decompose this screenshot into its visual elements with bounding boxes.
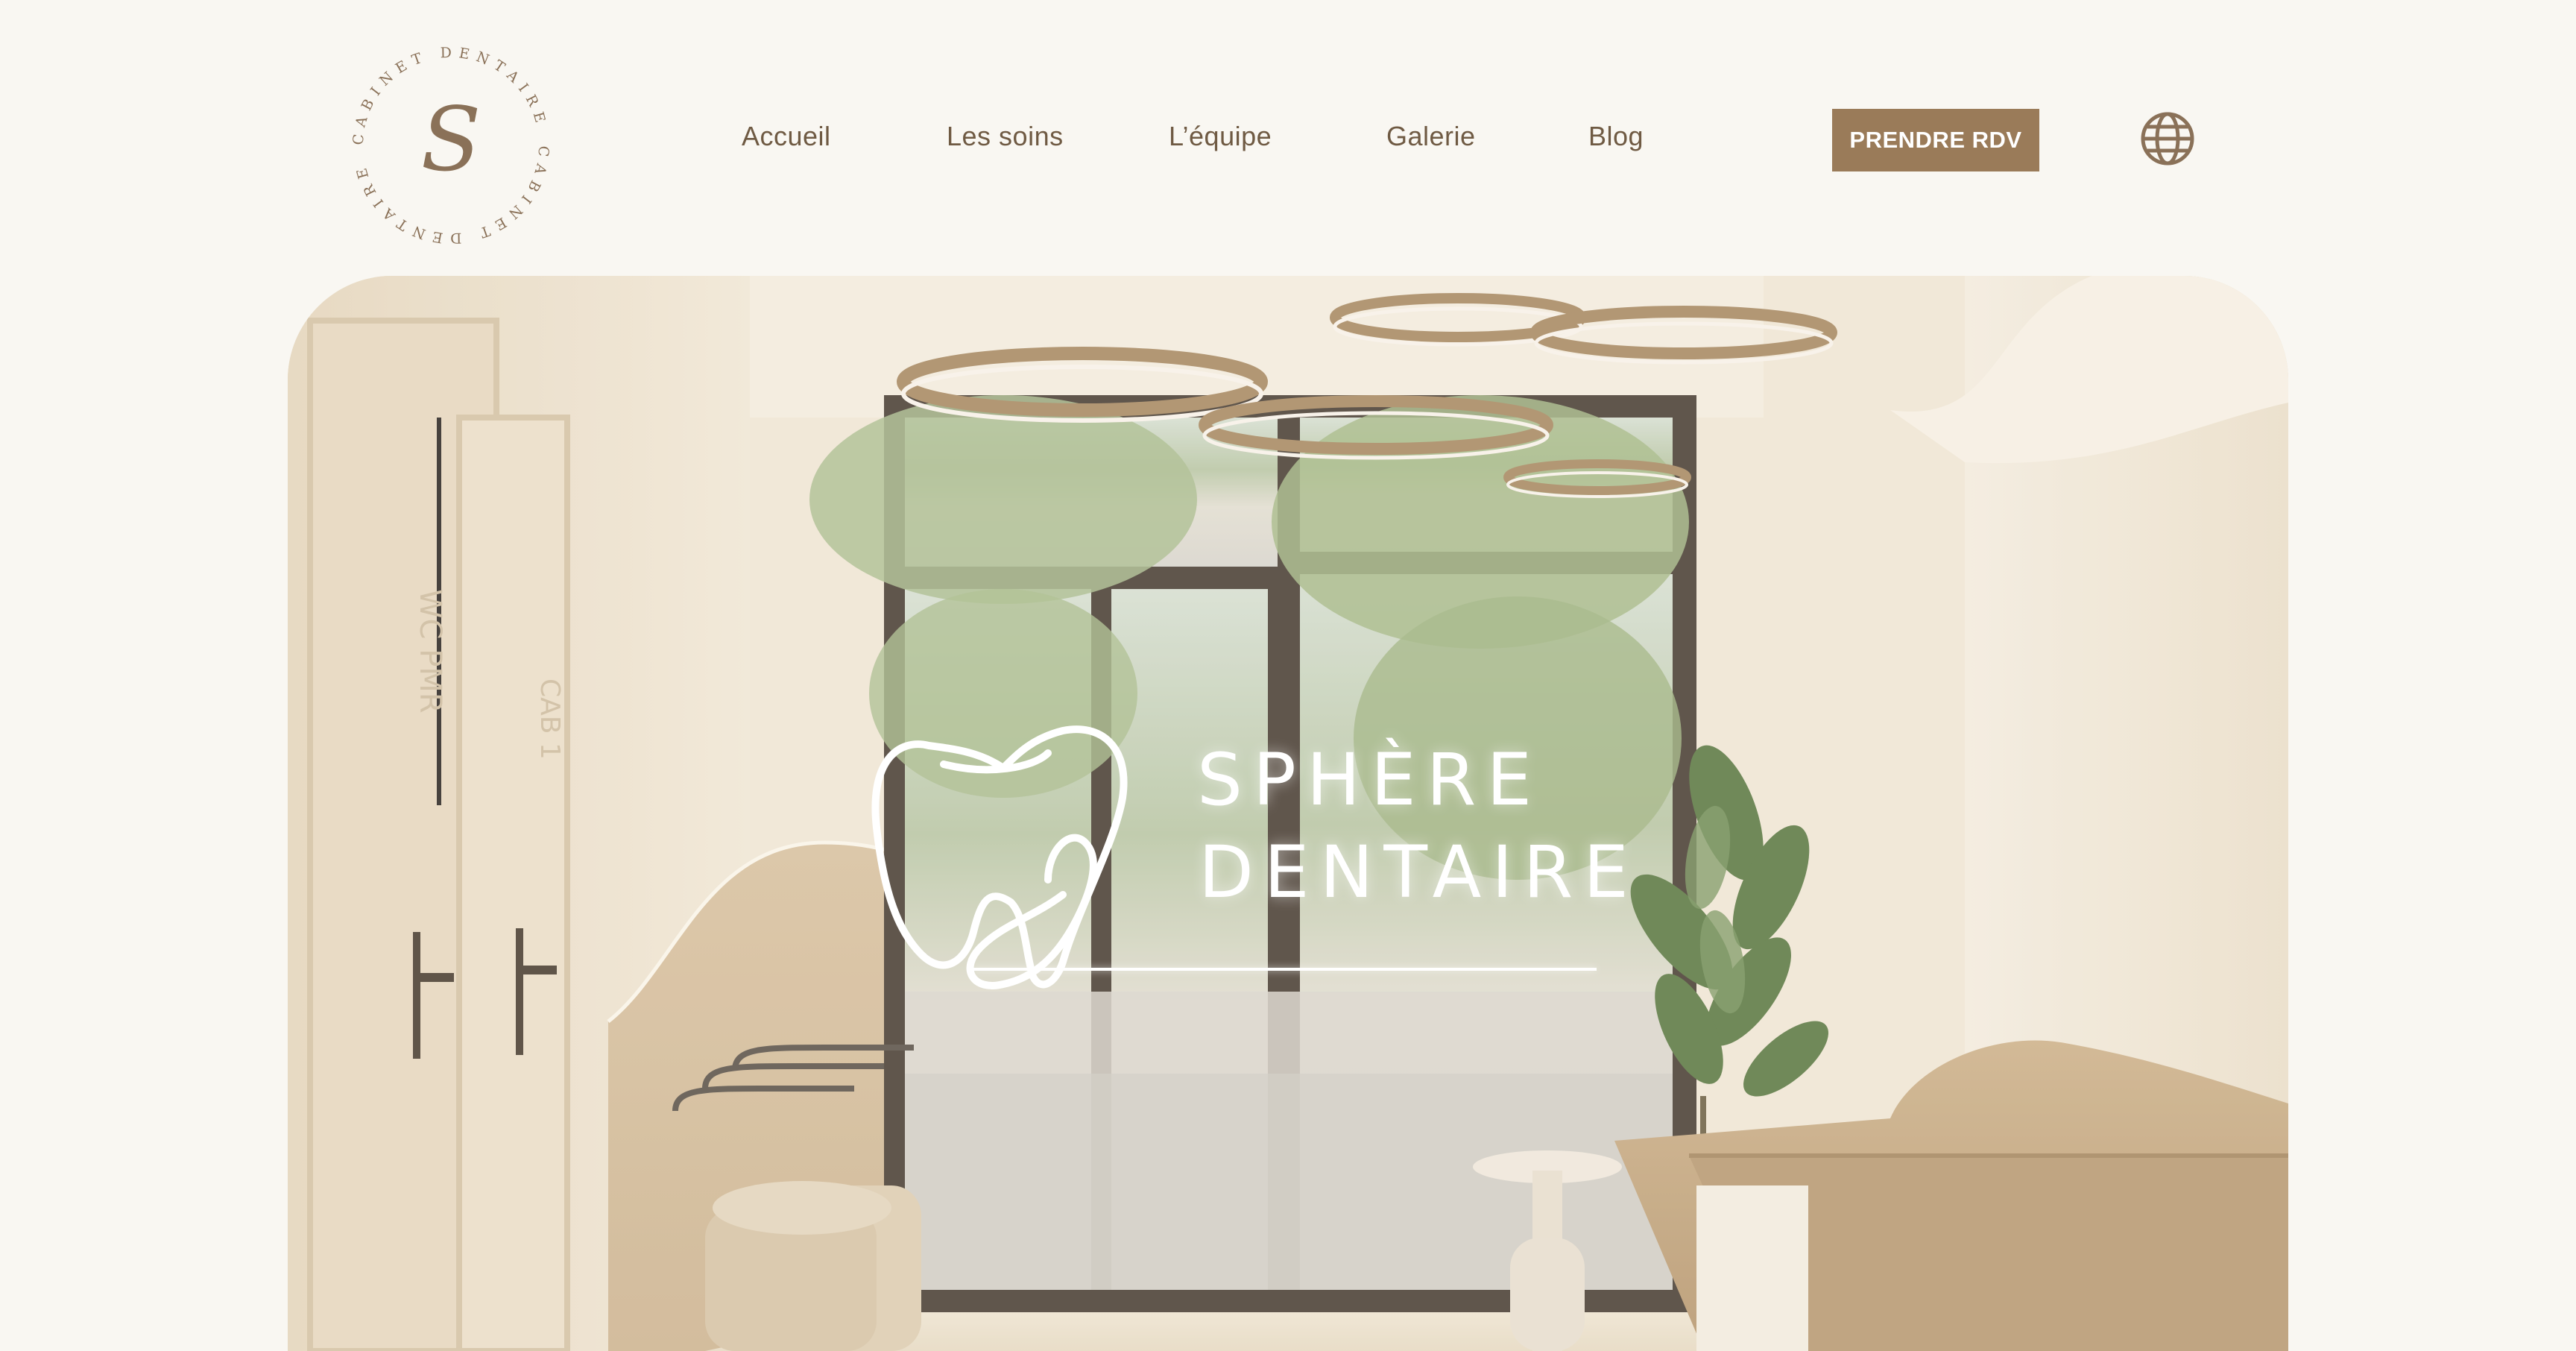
nav-item-blog[interactable]: Blog xyxy=(1588,121,1644,152)
nav-item-equipe[interactable]: L’équipe xyxy=(1169,121,1272,152)
brand-name-line2: DENTAIRE xyxy=(1199,831,1639,914)
language-button[interactable] xyxy=(2139,110,2196,167)
book-appointment-button[interactable]: PRENDRE RDV xyxy=(1832,109,2039,171)
brand-name-line1: SPHÈRE xyxy=(1197,738,1543,822)
page: CABINET DENTAIRE CABINET DENTAIRE S Accu… xyxy=(0,0,2576,1351)
globe-icon xyxy=(2141,112,2194,166)
nav-item-galerie[interactable]: Galerie xyxy=(1386,121,1476,152)
nav-item-les-soins[interactable]: Les soins xyxy=(947,121,1064,152)
hero-banner: WC PMR CAB 1 SPHÈRE DENTAIRE xyxy=(288,276,2288,1351)
nav-item-accueil[interactable]: Accueil xyxy=(742,121,831,152)
brand-underline xyxy=(973,968,1597,971)
